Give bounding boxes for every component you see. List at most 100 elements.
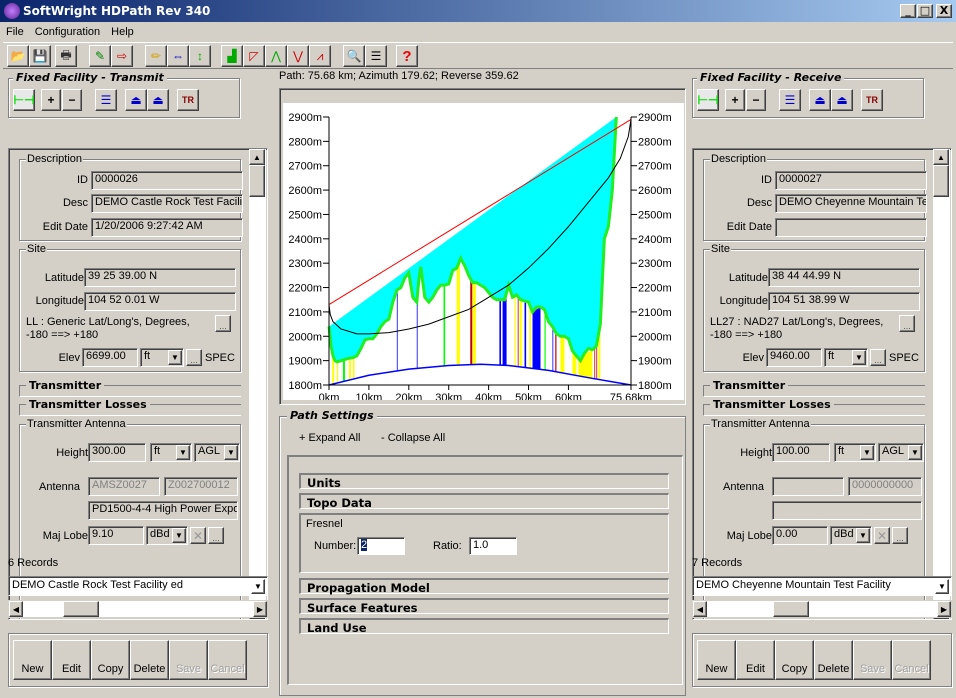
elev-field[interactable]: 9460.00 [766, 348, 822, 367]
minimize-button[interactable]: _ [900, 4, 916, 18]
remove-button[interactable]: − [62, 89, 82, 111]
cancel-button[interactable]: Cancel [892, 640, 931, 680]
maximize-button[interactable]: □ [917, 4, 933, 18]
cancel-button[interactable]: Cancel [208, 640, 247, 680]
height-ref-select[interactable]: AGL ▼ [878, 443, 924, 462]
record-select[interactable]: DEMO Castle Rock Test Facility ed ▼ [8, 576, 268, 596]
scroll-right-button[interactable]: ▶ [937, 601, 951, 617]
delete-button[interactable]: Delete [814, 640, 853, 680]
list-button[interactable]: ☰ [95, 89, 117, 111]
path-clearance-button[interactable]: ⋀ [265, 45, 287, 67]
import-button[interactable]: ⏏ [809, 89, 831, 111]
link-button[interactable]: ⊢⊣ [697, 89, 719, 111]
elev-browse-button[interactable]: ... [870, 349, 886, 366]
latitude-field[interactable]: 38 44 44.99 N [768, 268, 920, 287]
height-profile-button[interactable]: ↕ [189, 45, 211, 67]
link-button[interactable]: ⊢⊣ [13, 89, 35, 111]
menu-file[interactable]: File [0, 26, 29, 38]
maj-lobe-unit-select[interactable]: dBd ▼ [830, 526, 872, 545]
scroll-thumb[interactable] [249, 165, 265, 197]
zoom-button[interactable]: 🔍 [343, 45, 365, 67]
swap-tr-button[interactable]: TR [177, 89, 199, 111]
antenna-desc-field[interactable]: PD1500-4-4 High Power Expo [88, 501, 238, 520]
datum-browse-button[interactable]: ... [215, 315, 231, 332]
antenna-code1-field[interactable] [772, 477, 844, 496]
longitude-field[interactable]: 104 52 0.01 W [84, 292, 236, 311]
expand-all-link[interactable]: + Expand All [299, 432, 360, 444]
desc-field[interactable]: DEMO Cheyenne Mountain Te [775, 194, 927, 213]
height-field[interactable]: 300.00 [88, 443, 146, 462]
datum-browse-button[interactable]: ... [899, 315, 915, 332]
clear-button[interactable]: ✕ [190, 527, 206, 544]
section-transmitter[interactable]: Transmitter [19, 379, 241, 397]
record-scrollbar[interactable]: ◀ ▶ [692, 600, 952, 618]
add-button[interactable]: + [725, 89, 745, 111]
section-land-use[interactable]: Land Use [299, 618, 669, 635]
section-transmitter[interactable]: Transmitter [703, 379, 925, 397]
edit-date-field[interactable] [775, 218, 927, 237]
maj-lobe-unit-select[interactable]: dBd ▼ [146, 526, 188, 545]
maj-lobe-browse-button[interactable]: ... [208, 527, 224, 544]
help-button[interactable]: ? [396, 45, 418, 67]
open-button[interactable]: 📂 [7, 45, 29, 67]
add-button[interactable]: + [41, 89, 61, 111]
clear-button[interactable]: ✕ [874, 527, 890, 544]
detail-scrollbar[interactable]: ▲ ▼ [249, 149, 266, 619]
detail-scrollbar[interactable]: ▲ ▼ [933, 149, 950, 619]
height-unit-select[interactable]: ft ▼ [834, 443, 876, 462]
section-units[interactable]: Units [299, 473, 669, 490]
scroll-up-button[interactable]: ▲ [249, 149, 265, 165]
notes-button[interactable]: ☰ [365, 45, 387, 67]
id-field[interactable]: 0000027 [775, 171, 927, 190]
menu-help[interactable]: Help [105, 26, 139, 38]
copy-button[interactable]: Copy [91, 640, 130, 680]
export-button[interactable]: ⇨ [111, 45, 133, 67]
elev-unit-select[interactable]: ft ▼ [824, 348, 868, 367]
copy-button[interactable]: Copy [775, 640, 814, 680]
section-topo-data[interactable]: Topo Data [299, 493, 669, 510]
new-button[interactable]: New [697, 640, 736, 680]
save-button[interactable]: Save [169, 640, 208, 680]
scroll-thumb[interactable] [933, 165, 949, 197]
record-select[interactable]: DEMO Cheyenne Mountain Test Facility ▼ [692, 576, 952, 596]
swap-button[interactable]: ⇔ [167, 45, 189, 67]
edit-record-button[interactable]: ✎ [89, 45, 111, 67]
collapse-all-link[interactable]: - Collapse All [381, 432, 445, 444]
export-button[interactable]: ⏏ [147, 89, 169, 111]
menu-configuration[interactable]: Configuration [29, 26, 105, 38]
record-scroll-thumb[interactable] [63, 601, 99, 617]
export-button[interactable]: ⏏ [831, 89, 853, 111]
antenna-code2-field[interactable]: Z002700012 [164, 477, 238, 496]
height-ref-select[interactable]: AGL ▼ [194, 443, 240, 462]
maj-lobe-browse-button[interactable]: ... [892, 527, 908, 544]
edit-button[interactable]: Edit [736, 640, 775, 680]
maj-lobe-field[interactable]: 0.00 [772, 526, 828, 545]
antenna-code2-field[interactable]: 0000000000 [848, 477, 922, 496]
edit-date-field[interactable]: 1/20/2006 9:27:42 AM [91, 218, 243, 237]
print-button[interactable]: 🖶 [55, 45, 77, 67]
desc-field[interactable]: DEMO Castle Rock Test Facilit [91, 194, 243, 213]
pencil-button[interactable]: ✏ [145, 45, 167, 67]
terrain-profile-button[interactable]: ▟ [221, 45, 243, 67]
latitude-field[interactable]: 39 25 39.00 N [84, 268, 236, 287]
close-button[interactable]: X [936, 4, 952, 18]
section-transmitter-losses[interactable]: Transmitter Losses [703, 398, 925, 416]
section-surface-features[interactable]: Surface Features [299, 598, 669, 615]
scroll-right-button[interactable]: ▶ [253, 601, 267, 617]
scroll-left-button[interactable]: ◀ [9, 601, 23, 617]
save-button[interactable]: 💾 [29, 45, 51, 67]
antenna-desc-field[interactable] [772, 501, 922, 520]
longitude-field[interactable]: 104 51 38.99 W [768, 292, 920, 311]
scroll-left-button[interactable]: ◀ [693, 601, 707, 617]
edit-button[interactable]: Edit [52, 640, 91, 680]
section-propagation-model[interactable]: Propagation Model [299, 578, 669, 595]
remove-button[interactable]: − [746, 89, 766, 111]
fresnel-ratio-input[interactable]: 1.0 [469, 537, 517, 555]
antenna-code1-field[interactable]: AMSZ0027 [88, 477, 160, 496]
record-scrollbar[interactable]: ◀ ▶ [8, 600, 268, 618]
height-field[interactable]: 100.00 [772, 443, 830, 462]
scroll-up-button[interactable]: ▲ [933, 149, 949, 165]
elev-browse-button[interactable]: ... [186, 349, 202, 366]
height-unit-select[interactable]: ft ▼ [150, 443, 192, 462]
maj-lobe-field[interactable]: 9.10 [88, 526, 144, 545]
